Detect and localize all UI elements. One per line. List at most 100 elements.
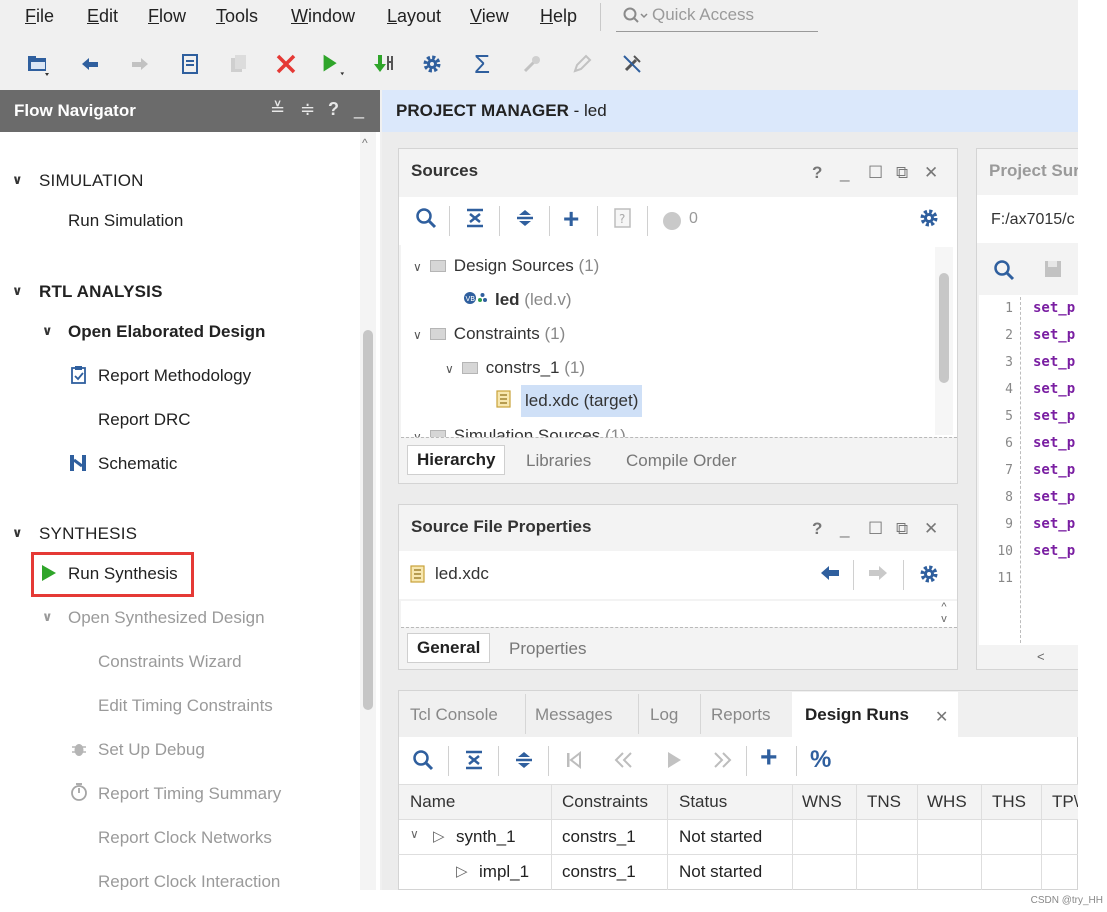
chevron-down-icon[interactable]: ∨ [12, 172, 23, 188]
chevron-down-icon[interactable]: ∨ [42, 609, 53, 625]
tab-libraries[interactable]: Libraries [526, 451, 591, 471]
tab-reports[interactable]: Reports [711, 705, 771, 725]
collapse-all-icon[interactable] [464, 749, 484, 776]
add-icon[interactable]: + [563, 203, 579, 235]
search-icon[interactable] [412, 749, 434, 776]
tab-design-runs[interactable]: Design Runs [805, 705, 909, 725]
col-status[interactable]: Status [679, 792, 727, 812]
forward-arrow-icon[interactable] [867, 563, 889, 589]
pencil-icon[interactable] [568, 50, 596, 78]
save-icon[interactable] [1043, 259, 1063, 284]
collapse-all-icon[interactable] [465, 207, 485, 235]
float-icon[interactable]: ⧉ [896, 163, 908, 183]
minimize-icon[interactable]: _ [354, 99, 364, 120]
scroll-up-icon[interactable]: ^ [362, 136, 368, 150]
collapse-all-icon[interactable]: ≚ [270, 99, 285, 120]
chevron-down-icon[interactable]: ∨ [42, 323, 53, 339]
nav-run-synthesis[interactable]: Run Synthesis [68, 564, 178, 584]
col-whs[interactable]: WHS [927, 792, 967, 812]
properties-scroll-arrows-icon[interactable]: ^ v [935, 601, 953, 627]
add-run-icon[interactable]: + [760, 741, 778, 775]
menu-view[interactable]: View [470, 6, 509, 27]
debug-icon[interactable] [518, 50, 546, 78]
nav-open-elaborated-design[interactable]: Open Elaborated Design [68, 322, 265, 342]
nav-report-drc[interactable]: Report DRC [98, 410, 191, 430]
sigma-icon[interactable]: Σ [468, 50, 496, 78]
unknown-file-icon[interactable]: ? [613, 207, 633, 235]
nav-report-methodology[interactable]: Report Methodology [98, 366, 251, 386]
document-icon[interactable] [176, 50, 204, 78]
tree-design-sources[interactable]: ∨ Design Sources (1) [413, 256, 599, 276]
col-name[interactable]: Name [410, 792, 455, 812]
tab-tcl-console[interactable]: Tcl Console [410, 705, 498, 725]
tab-compile-order[interactable]: Compile Order [626, 451, 737, 471]
help-icon[interactable]: ? [812, 163, 822, 183]
tab-messages[interactable]: Messages [535, 705, 612, 725]
help-icon[interactable]: ? [328, 99, 339, 120]
nav-report-timing-summary[interactable]: Report Timing Summary [98, 784, 281, 804]
minimize-icon[interactable]: _ [840, 163, 849, 183]
maximize-icon[interactable]: ☐ [868, 163, 883, 183]
float-icon[interactable]: ⧉ [896, 519, 908, 539]
back-arrow-icon[interactable] [819, 563, 841, 589]
expand-all-icon[interactable] [514, 749, 534, 776]
expand-all-icon[interactable] [515, 207, 535, 235]
menu-tools[interactable]: Tools [216, 6, 258, 27]
tree-constraints[interactable]: ∨ Constraints (1) [413, 324, 565, 344]
col-constraints[interactable]: Constraints [562, 792, 648, 812]
menu-help[interactable]: Help [540, 6, 577, 27]
close-icon[interactable]: ✕ [924, 519, 938, 539]
sources-scroll-thumb[interactable] [939, 273, 949, 383]
quick-access-input[interactable]: Quick Access [616, 2, 818, 32]
settings-icon[interactable] [918, 563, 940, 591]
close-icon[interactable]: ✕ [924, 163, 938, 183]
search-icon[interactable] [993, 259, 1015, 286]
nav-open-synthesized-design[interactable]: Open Synthesized Design [68, 608, 265, 628]
chevron-down-icon[interactable]: ∨ [12, 283, 23, 299]
col-wns[interactable]: WNS [802, 792, 842, 812]
menu-window[interactable]: Window [291, 6, 355, 27]
next-icon[interactable] [710, 749, 734, 776]
tree-constrs-1[interactable]: ∨ constrs_1 (1) [445, 358, 585, 378]
nav-report-clock-networks[interactable]: Report Clock Networks [98, 828, 272, 848]
delete-icon[interactable] [272, 50, 300, 78]
settings-icon[interactable] [918, 207, 940, 235]
program-device-icon[interactable] [370, 50, 398, 78]
undo-icon[interactable] [76, 50, 104, 78]
maximize-icon[interactable]: ☐ [868, 519, 883, 539]
percent-icon[interactable]: % [810, 746, 831, 774]
nav-report-clock-interaction[interactable]: Report Clock Interaction [98, 872, 280, 890]
previous-icon[interactable] [612, 749, 636, 776]
scroll-left-icon[interactable]: < [1037, 649, 1045, 664]
code-hscroll[interactable] [979, 645, 1078, 669]
tab-properties[interactable]: Properties [509, 639, 586, 659]
tree-led-module[interactable]: VB led (led.v) [463, 290, 572, 310]
menu-edit[interactable]: Edit [87, 6, 118, 27]
col-tpws[interactable]: TP\ [1052, 792, 1078, 812]
help-icon[interactable]: ? [812, 519, 822, 539]
redo-icon[interactable] [126, 50, 154, 78]
search-icon[interactable] [415, 207, 437, 235]
first-icon[interactable] [564, 749, 584, 776]
project-summary-tab[interactable]: Project Sur [989, 161, 1078, 181]
chevron-down-icon[interactable]: ∨ [410, 827, 419, 841]
col-tns[interactable]: TNS [867, 792, 901, 812]
expand-all-icon[interactable]: ≑ [300, 99, 315, 120]
tab-log[interactable]: Log [650, 705, 678, 725]
settings-icon[interactable] [418, 50, 446, 78]
nav-run-simulation[interactable]: Run Simulation [68, 211, 183, 231]
tree-led-xdc[interactable]: led.xdc (target) [521, 385, 643, 417]
minimize-icon[interactable]: _ [840, 519, 849, 539]
nav-set-up-debug[interactable]: Set Up Debug [98, 740, 205, 760]
play-icon[interactable] [664, 749, 684, 776]
tab-hierarchy[interactable]: Hierarchy [407, 445, 506, 475]
run-icon[interactable] [318, 50, 346, 78]
nav-constraints-wizard[interactable]: Constraints Wizard [98, 652, 242, 672]
col-ths[interactable]: THS [992, 792, 1026, 812]
flow-navigator-scroll-thumb[interactable] [363, 330, 373, 710]
cancel-tools-icon[interactable] [618, 50, 646, 78]
chevron-down-icon[interactable]: ∨ [12, 525, 23, 541]
menu-flow[interactable]: Flow [148, 6, 186, 27]
nav-schematic[interactable]: Schematic [98, 454, 177, 474]
open-project-icon[interactable] [24, 50, 52, 78]
